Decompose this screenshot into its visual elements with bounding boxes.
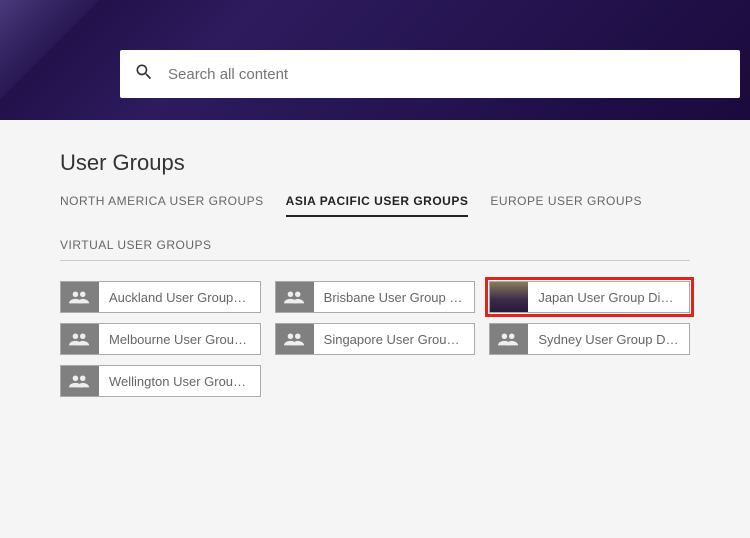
people-icon (276, 282, 314, 312)
people-icon (61, 282, 99, 312)
group-label: Brisbane User Group Di... (314, 290, 475, 305)
group-label: Wellington User Group ... (99, 374, 260, 389)
people-icon (276, 324, 314, 354)
group-card-singapore[interactable]: Singapore User Group ... (275, 323, 476, 355)
search-bar[interactable] (120, 50, 740, 98)
hero-banner (0, 0, 750, 120)
tab-north-america[interactable]: NORTH AMERICA USER GROUPS (60, 194, 264, 216)
page-title: User Groups (60, 150, 690, 176)
tab-asia-pacific[interactable]: ASIA PACIFIC USER GROUPS (286, 194, 469, 216)
group-card-brisbane[interactable]: Brisbane User Group Di... (275, 281, 476, 313)
group-photo-icon (490, 282, 528, 312)
group-card-sydney[interactable]: Sydney User Group Disc... (489, 323, 690, 355)
search-icon (134, 62, 168, 87)
group-card-japan[interactable]: Japan User Group Discu... (489, 281, 690, 313)
group-label: Singapore User Group ... (314, 332, 475, 347)
tab-virtual[interactable]: VIRTUAL USER GROUPS (60, 238, 212, 260)
people-icon (61, 324, 99, 354)
tabs-container: NORTH AMERICA USER GROUPS ASIA PACIFIC U… (60, 194, 690, 261)
groups-grid: Auckland User Group D... Brisbane User G… (60, 281, 690, 397)
tab-europe[interactable]: EUROPE USER GROUPS (490, 194, 642, 216)
group-label: Sydney User Group Disc... (528, 332, 689, 347)
search-input[interactable] (168, 66, 726, 83)
group-card-melbourne[interactable]: Melbourne User Group ... (60, 323, 261, 355)
group-card-wellington[interactable]: Wellington User Group ... (60, 365, 261, 397)
content-area: User Groups NORTH AMERICA USER GROUPS AS… (0, 120, 750, 397)
people-icon (490, 324, 528, 354)
group-card-auckland[interactable]: Auckland User Group D... (60, 281, 261, 313)
group-label: Auckland User Group D... (99, 290, 260, 305)
people-icon (61, 366, 99, 396)
group-label: Japan User Group Discu... (528, 290, 689, 305)
group-label: Melbourne User Group ... (99, 332, 260, 347)
